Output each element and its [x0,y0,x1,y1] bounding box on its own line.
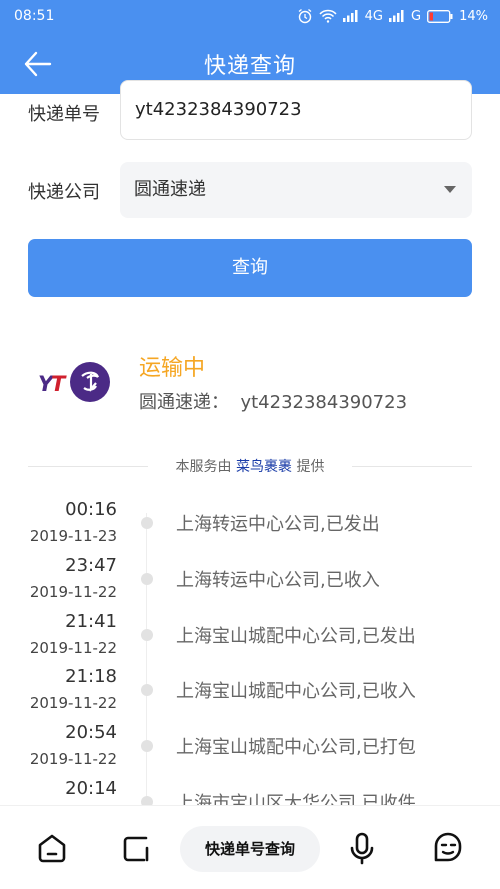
tracking-timeline: 00:16 2019-11-23 上海转运中心公司,已发出 23:47 2019… [0,493,500,805]
microphone-icon [350,832,374,865]
event-time: 21:41 [65,611,117,632]
provider-prefix: 本服务由 [175,459,232,475]
timeline-event: 20:14 上海市宝山区大华公司,已收件 [0,772,500,805]
battery-icon [427,9,453,23]
assistant-button[interactable] [428,828,468,868]
event-date: 2019-11-22 [29,583,117,601]
carrier-tracking-number: yt4232384390723 [240,392,408,413]
event-description: 上海宝山城配中心公司,已打包 [176,737,416,758]
bottom-nav: 快递单号查询 [0,805,500,889]
timeline-event: 21:18 2019-11-22 上海宝山城配中心公司,已收入 [0,660,500,716]
provider-credit: 本服务由 菜鸟裹裹 提供 [28,456,472,476]
company-select-value: 圆通速递 [134,179,206,200]
timeline-event: 00:16 2019-11-23 上海转运中心公司,已发出 [0,493,500,549]
timeline-dot-icon [141,517,153,529]
square-icon [123,836,149,862]
event-date: 2019-11-22 [29,750,117,768]
tracking-number-label: 快递单号 [28,104,100,125]
alarm-icon [298,8,312,24]
company-select[interactable]: 圆通速递 [120,162,472,218]
assistant-face-icon [434,832,462,862]
event-date: 2019-11-22 [29,639,117,657]
event-description: 上海市宝山区大华公司,已收件 [176,793,416,805]
event-time: 21:18 [65,666,117,687]
carrier-tracking-line: 圆通速递： yt4232384390723 [139,388,407,414]
signal-icon [342,10,358,22]
company-row: 快递公司 圆通速递 [28,162,472,218]
wifi-icon [319,9,337,23]
query-button[interactable]: 查询 [28,239,472,297]
yto-logo-icon: Y T [38,362,110,402]
home-icon [38,834,66,863]
svg-text:T: T [51,372,67,396]
tracking-search-pill[interactable]: 快递单号查询 [180,826,320,872]
event-description: 上海转运中心公司,已发出 [176,514,380,535]
event-description: 上海宝山城配中心公司,已发出 [176,626,416,647]
event-time: 23:47 [65,555,117,576]
timeline-dot-icon [141,796,153,805]
timeline-dot-icon [141,629,153,641]
event-time: 20:54 [65,722,117,743]
home-button[interactable] [32,828,72,868]
event-date: 2019-11-22 [29,694,117,712]
chevron-down-icon [444,186,456,193]
timeline-dot-icon [141,684,153,696]
battery-percent: 14% [459,8,488,24]
timeline-event: 21:41 2019-11-22 上海宝山城配中心公司,已发出 [0,605,500,661]
signal-icon-2 [389,10,404,22]
event-description: 上海转运中心公司,已收入 [176,570,380,591]
event-description: 上海宝山城配中心公司,已收入 [176,681,416,702]
event-date: 2019-11-23 [29,527,117,545]
timeline-event: 20:54 2019-11-22 上海宝山城配中心公司,已打包 [0,716,500,772]
timeline-dot-icon [141,740,153,752]
company-label: 快递公司 [28,182,100,203]
network-4g-label: 4G [364,8,384,24]
shipment-status: 运输中 [139,356,206,381]
event-time: 00:16 [65,499,117,520]
timeline-dot-icon [141,573,153,585]
provider-suffix: 提供 [296,459,325,475]
provider-link[interactable]: 菜鸟裹裹 [236,459,292,475]
status-icons: 4G G 14% [297,8,488,24]
recent-apps-button[interactable] [116,828,156,868]
clock: 08:51 [14,8,55,24]
voice-button[interactable] [342,828,382,868]
carrier-name: 圆通速递： [139,392,229,413]
timeline-event: 23:47 2019-11-22 上海转运中心公司,已收入 [0,549,500,605]
event-time: 20:14 [65,778,117,799]
status-bar: 08:51 4G G 14% [0,0,500,34]
page-title: 快递查询 [203,54,296,79]
network-g-label: G [411,8,422,24]
tracking-number-row: 快递单号 yt4232384390723 [28,80,472,140]
tracking-number-input[interactable]: yt4232384390723 [120,80,472,140]
